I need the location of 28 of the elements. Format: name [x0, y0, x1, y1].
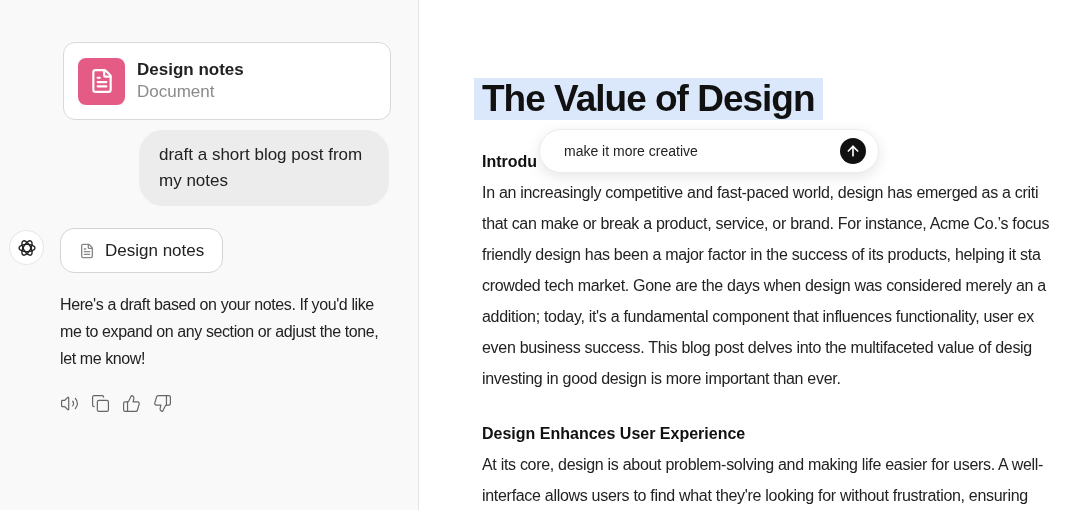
user-message: draft a short blog post from my notes [139, 130, 389, 206]
attachment-title: Design notes [137, 60, 244, 80]
section-heading: Design Enhances User Experience [482, 424, 746, 444]
body-text: friendly design has been a major factor in the success of its products, helping it sta [482, 245, 1042, 265]
document-icon [78, 57, 125, 105]
document-title: The Value of Design [474, 78, 823, 120]
body-text: addition; today, it's a fundamental component that influences functionality, user ex [482, 307, 1035, 327]
edit-prompt-field[interactable]: make it more creative [539, 129, 879, 173]
body-text: crowded tech market. Gone are the days when design was considered merely an a [482, 276, 1047, 296]
send-button[interactable] [840, 138, 866, 164]
body-text: interface allows users to find what they're looking for without frustration, ensuring [482, 486, 1029, 506]
prompt-input[interactable]: make it more creative [562, 142, 840, 160]
body-text: that can make or break a product, service, or brand. For instance, Acme Co.’s focus [482, 214, 1051, 234]
assistant-message: Here's a draft based on your notes. If you'd like me to expand on any section or adjust the tone, let me know! [60, 295, 380, 369]
section-heading: Introdu [482, 152, 538, 172]
body-text: At its core, design is about problem-solving and making life easier for users. A well- [482, 455, 1045, 475]
read-aloud-icon[interactable] [60, 394, 79, 413]
thumbs-down-icon[interactable] [153, 394, 172, 413]
attachment-card[interactable]: Design notes Document [63, 42, 391, 120]
attachment-type: Document [137, 82, 216, 102]
arrow-up-icon [845, 143, 861, 159]
body-text: In an increasingly competitive and fast-paced world, design has emerged as a criti [482, 183, 1040, 203]
body-text: even business success. This blog post delves into the multifaceted value of desig [482, 338, 1033, 358]
thumbs-up-icon[interactable] [122, 394, 141, 413]
copy-icon[interactable] [91, 394, 110, 413]
body-text: investing in good design is more important than ever. [482, 369, 842, 389]
document-icon [79, 242, 95, 259]
document-button[interactable]: Design notes [60, 228, 224, 273]
